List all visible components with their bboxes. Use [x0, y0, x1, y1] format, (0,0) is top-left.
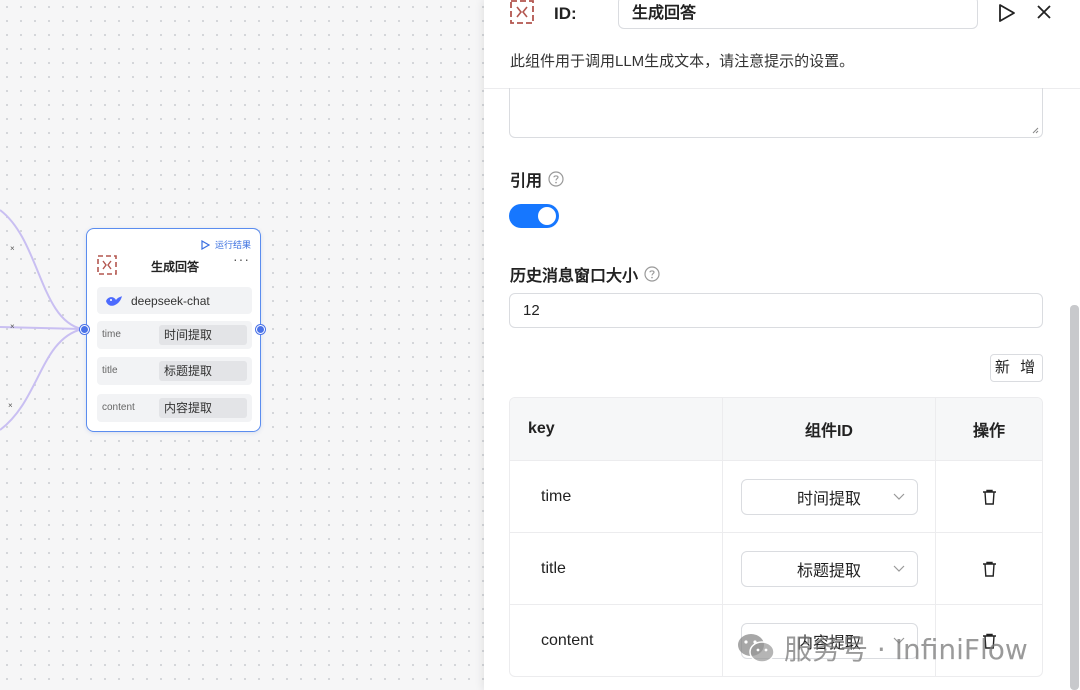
close-icon[interactable]	[1036, 4, 1052, 20]
select-value: 时间提取	[796, 490, 861, 508]
history-label: 历史消息窗口大小	[510, 262, 660, 286]
param-value: 内容提取	[159, 398, 247, 418]
select-value: 标题提取	[796, 562, 861, 580]
chevron-down-icon	[893, 493, 904, 500]
model-badge: deepseek-chat	[97, 287, 252, 314]
component-select[interactable]: 时间提取	[740, 478, 918, 515]
history-label-text: 历史消息窗口大小	[510, 268, 639, 285]
resize-handle-icon[interactable]	[1032, 127, 1039, 134]
workflow-canvas[interactable]: × × × 运行结果 生成回答 ··· deepseek-chat time 时…	[0, 0, 484, 690]
actions-cell	[936, 533, 1042, 604]
node-title: 生成回答	[150, 260, 199, 274]
run-result-link[interactable]: 运行结果	[201, 238, 251, 251]
input-handle[interactable]	[80, 325, 89, 334]
param-value: 标题提取	[159, 361, 247, 381]
column-header-actions: 操作	[972, 423, 1005, 440]
row-key[interactable]: title	[510, 533, 723, 604]
row-key[interactable]: time	[510, 461, 723, 532]
model-name: deepseek-chat	[131, 293, 210, 308]
help-icon[interactable]	[644, 266, 660, 282]
actions-cell	[936, 461, 1042, 532]
edge-delete-icon[interactable]: ×	[8, 401, 13, 410]
table-header: key 组件ID 操作	[510, 398, 1042, 460]
table-row: title 标题提取	[510, 532, 1042, 604]
wechat-icon	[738, 634, 775, 663]
node-config-panel: ID: 生成回答 此组件用于调用LLM生成文本，请注意提示的设置。 引用 历史消…	[484, 0, 1080, 690]
quote-label: 引用	[510, 167, 564, 191]
node-param-row: title 标题提取	[97, 357, 252, 385]
edge-delete-icon[interactable]: ×	[10, 244, 15, 253]
history-window-input[interactable]: 12	[509, 293, 1043, 328]
node-param-row: content 内容提取	[97, 394, 252, 422]
play-icon[interactable]	[998, 3, 1016, 23]
toggle-knob	[538, 207, 556, 225]
more-icon[interactable]: ···	[233, 251, 250, 267]
generate-icon	[97, 255, 117, 275]
param-key: content	[102, 402, 135, 413]
run-result-label: 运行结果	[214, 240, 251, 250]
row-key[interactable]: content	[510, 605, 723, 676]
column-header-component-id: 组件ID	[723, 398, 936, 460]
output-handle[interactable]	[256, 325, 265, 334]
watermark-text: 服务号 · InfiniFlow	[784, 633, 1028, 666]
add-button[interactable]: 新 增	[990, 354, 1043, 382]
help-icon[interactable]	[548, 171, 564, 187]
play-icon	[201, 239, 210, 250]
component-cell: 标题提取	[723, 533, 936, 604]
column-header-key: key	[510, 398, 723, 460]
component-select[interactable]: 标题提取	[740, 550, 918, 587]
prompt-textarea[interactable]	[509, 88, 1043, 138]
quote-toggle[interactable]	[509, 204, 559, 228]
quote-label-text: 引用	[510, 173, 543, 190]
trash-icon[interactable]	[982, 489, 997, 505]
id-label: ID:	[554, 4, 577, 23]
component-cell: 时间提取	[723, 461, 936, 532]
param-value: 时间提取	[159, 325, 247, 345]
generate-node[interactable]: 运行结果 生成回答 ··· deepseek-chat time 时间提取 ti…	[86, 228, 261, 432]
chevron-down-icon	[893, 565, 904, 572]
id-input[interactable]: 生成回答	[618, 0, 978, 29]
generate-icon	[510, 0, 534, 24]
deepseek-icon	[106, 295, 122, 306]
watermark: 服务号 · InfiniFlow	[736, 628, 1028, 668]
edge-delete-icon[interactable]: ×	[10, 322, 15, 331]
node-param-row: time 时间提取	[97, 321, 252, 349]
scrollbar[interactable]	[1070, 305, 1079, 690]
param-key: time	[102, 329, 121, 340]
param-key: title	[102, 365, 118, 376]
table-row: time 时间提取	[510, 460, 1042, 532]
component-description: 此组件用于调用LLM生成文本，请注意提示的设置。	[510, 53, 855, 70]
trash-icon[interactable]	[982, 561, 997, 577]
